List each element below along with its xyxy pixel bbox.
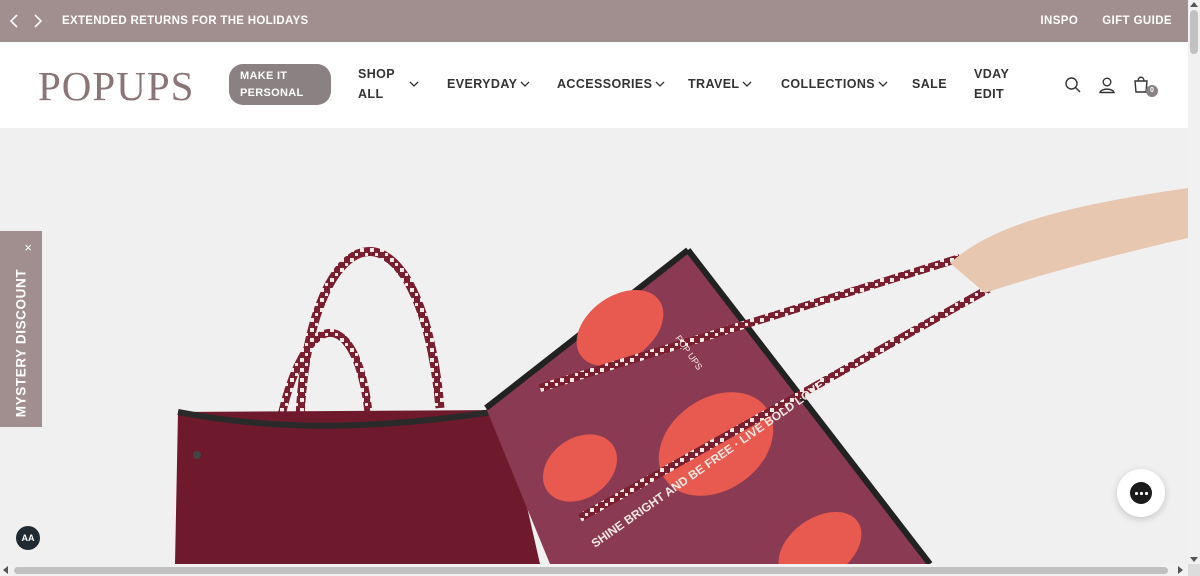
make-it-personal-line2: PERSONAL	[240, 87, 304, 99]
nav-shop-all-line1: SHOP	[358, 67, 396, 81]
nav-sale[interactable]: SALE	[912, 77, 947, 91]
horizontal-scroll-thumb[interactable]	[14, 567, 1168, 574]
tote-bags-illustration: SHINE BRIGHT AND BE FREE · LIVE BOLD LOV…	[175, 188, 1188, 564]
scrollbar-corner	[1188, 564, 1200, 576]
nav-shop-all-line2: ALL	[358, 87, 384, 101]
nav-vday-line2: EDIT	[974, 87, 1005, 101]
account-icon[interactable]	[1096, 74, 1118, 96]
nav-everyday-label: EVERYDAY	[447, 77, 518, 91]
announcement-message[interactable]: EXTENDED RETURNS FOR THE HOLIDAYS	[62, 15, 309, 27]
gift-guide-link[interactable]: GIFT GUIDE	[1102, 15, 1172, 27]
vertical-scroll-thumb[interactable]	[1190, 10, 1198, 54]
make-it-personal-line1: MAKE IT	[240, 70, 288, 82]
inspo-link[interactable]: INSPO	[1040, 15, 1078, 27]
hero-image[interactable]: SHINE BRIGHT AND BE FREE · LIVE BOLD LOV…	[0, 128, 1188, 564]
cart-icon[interactable]: 0	[1130, 73, 1158, 97]
announcement-bar: EXTENDED RETURNS FOR THE HOLIDAYS INSPO …	[0, 0, 1188, 42]
scroll-left-icon[interactable]	[3, 566, 8, 574]
site-header: POPUPS MAKE IT PERSONAL SHOP ALL EVERYDA…	[0, 42, 1188, 128]
nav-travel[interactable]: TRAVEL	[688, 77, 752, 91]
chevron-down-icon	[409, 81, 419, 87]
logo[interactable]: POPUPS	[38, 64, 194, 108]
scroll-down-icon[interactable]	[1190, 557, 1198, 562]
chevron-down-icon	[878, 81, 888, 87]
next-arrow-icon[interactable]	[26, 0, 48, 42]
nav-collections[interactable]: COLLECTIONS	[781, 77, 888, 91]
announcement-arrows	[4, 0, 48, 42]
chevron-down-icon	[743, 81, 752, 87]
accessibility-icon[interactable]: AA	[16, 526, 40, 550]
horizontal-scrollbar[interactable]	[0, 564, 1200, 576]
nav-everyday[interactable]: EVERYDAY	[447, 77, 530, 91]
nav-vday-edit[interactable]: VDAY EDIT	[974, 64, 1009, 104]
utility-links: INSPO GIFT GUIDE	[1040, 15, 1172, 27]
nav-collections-label: COLLECTIONS	[781, 77, 875, 91]
chat-button[interactable]	[1117, 469, 1165, 517]
close-icon[interactable]: ×	[24, 241, 32, 254]
scroll-right-icon[interactable]	[1178, 566, 1183, 574]
nav-accessories[interactable]: ACCESSORIES	[557, 77, 665, 91]
nav-shop-all[interactable]: SHOP ALL	[358, 64, 419, 104]
make-it-personal-button[interactable]: MAKE IT PERSONAL	[229, 64, 331, 105]
nav-accessories-label: ACCESSORIES	[557, 77, 653, 91]
chevron-down-icon	[520, 81, 530, 87]
nav-vday-line1: VDAY	[974, 67, 1010, 81]
nav-travel-label: TRAVEL	[688, 77, 740, 91]
search-icon[interactable]	[1062, 74, 1084, 96]
vertical-scrollbar[interactable]	[1188, 0, 1200, 564]
cart-count-badge: 0	[1146, 85, 1158, 97]
scroll-up-icon[interactable]	[1190, 2, 1198, 7]
prev-arrow-icon[interactable]	[4, 0, 26, 42]
mystery-discount-label: MYSTERY DISCOUNT	[13, 268, 29, 418]
chevron-down-icon	[655, 81, 665, 87]
chat-icon	[1130, 482, 1152, 504]
mystery-discount-tab[interactable]: × MYSTERY DISCOUNT	[0, 231, 42, 427]
nav-sale-label: SALE	[912, 77, 947, 91]
